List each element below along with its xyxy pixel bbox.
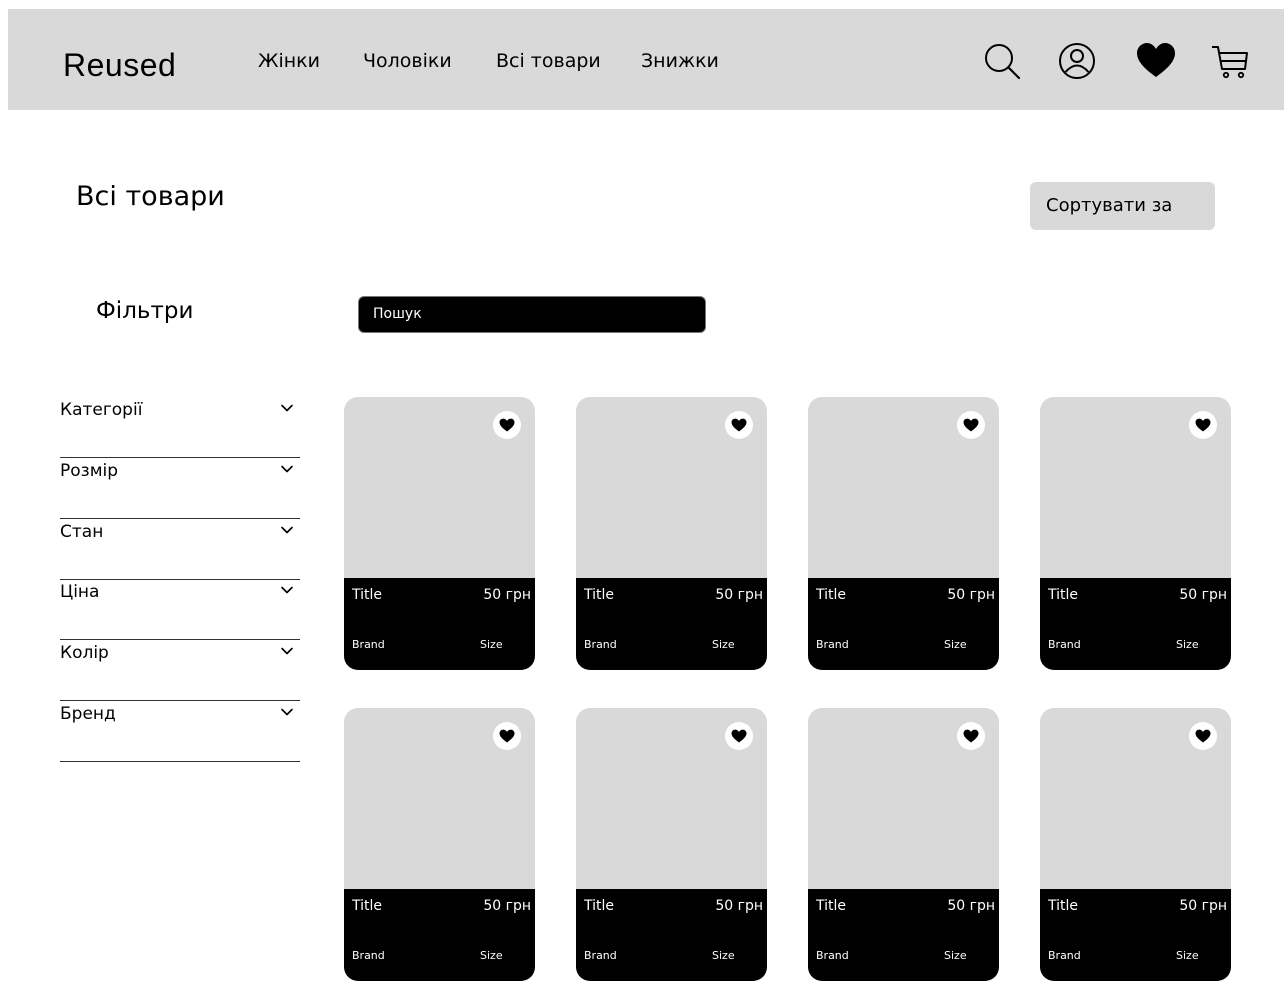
product-size: Size <box>480 949 503 962</box>
product-info: Title 50 грн Brand Size <box>576 578 767 670</box>
product-price: 50 грн <box>1179 587 1227 603</box>
favorite-heart-icon[interactable] <box>725 722 753 750</box>
chevron-down-icon[interactable] <box>280 462 294 476</box>
product-brand: Brand <box>584 949 617 962</box>
product-brand: Brand <box>1048 638 1081 651</box>
product-price: 50 грн <box>715 898 763 914</box>
product-title: Title <box>352 898 383 914</box>
product-brand: Brand <box>352 638 385 651</box>
filter-condition[interactable]: Стан <box>60 520 300 580</box>
user-icon[interactable] <box>1055 39 1099 83</box>
product-size: Size <box>712 949 735 962</box>
chevron-down-icon[interactable] <box>280 523 294 537</box>
search-icon[interactable] <box>980 39 1024 83</box>
product-title: Title <box>1048 587 1079 603</box>
filter-label: Ціна <box>60 582 100 603</box>
filter-brand[interactable]: Бренд <box>60 702 300 762</box>
search-input[interactable]: Пошук <box>358 296 706 333</box>
product-price: 50 грн <box>483 898 531 914</box>
product-brand: Brand <box>584 638 617 651</box>
filter-size[interactable]: Розмір <box>60 459 300 519</box>
product-info: Title 50 грн Brand Size <box>344 578 535 670</box>
product-brand: Brand <box>352 949 385 962</box>
product-brand: Brand <box>1048 949 1081 962</box>
product-title: Title <box>584 587 615 603</box>
filter-price[interactable]: Ціна <box>60 580 300 641</box>
product-info: Title 50 грн Brand Size <box>344 889 535 981</box>
product-card[interactable]: Title 50 грн Brand Size <box>344 708 535 981</box>
filter-category[interactable]: Категорії <box>60 398 300 458</box>
favorite-heart-icon[interactable] <box>1189 411 1217 439</box>
favorite-heart-icon[interactable] <box>957 722 985 750</box>
chevron-down-icon[interactable] <box>280 401 294 415</box>
product-brand: Brand <box>816 638 849 651</box>
favorite-heart-icon[interactable] <box>725 411 753 439</box>
product-card[interactable]: Title 50 грн Brand Size <box>344 397 535 670</box>
search-placeholder: Пошук <box>373 306 422 322</box>
product-price: 50 грн <box>947 898 995 914</box>
filter-color[interactable]: Колір <box>60 641 300 702</box>
product-card[interactable]: Title 50 грн Brand Size <box>1040 708 1231 981</box>
product-info: Title 50 грн Brand Size <box>1040 889 1231 981</box>
nav-women[interactable]: Жінки <box>258 49 320 73</box>
product-price: 50 грн <box>947 587 995 603</box>
product-size: Size <box>1176 949 1199 962</box>
product-size: Size <box>944 949 967 962</box>
product-card[interactable]: Title 50 грн Brand Size <box>576 708 767 981</box>
product-price: 50 грн <box>715 587 763 603</box>
cart-icon[interactable] <box>1207 39 1251 83</box>
page-title: Всі товари <box>76 181 225 212</box>
product-size: Size <box>480 638 503 651</box>
nav-all-products[interactable]: Всі товари <box>496 49 601 73</box>
chevron-down-icon[interactable] <box>280 583 294 597</box>
product-info: Title 50 грн Brand Size <box>1040 578 1231 670</box>
nav-men[interactable]: Чоловіки <box>363 49 452 73</box>
sort-button[interactable]: Сортувати за <box>1030 182 1215 230</box>
product-card[interactable]: Title 50 грн Brand Size <box>808 397 999 670</box>
heart-icon[interactable] <box>1134 39 1178 83</box>
product-size: Size <box>944 638 967 651</box>
top-navbar: Reused Жінки Чоловіки Всі товари Знижки <box>8 9 1284 110</box>
product-title: Title <box>352 587 383 603</box>
product-size: Size <box>1176 638 1199 651</box>
product-card[interactable]: Title 50 грн Brand Size <box>1040 397 1231 670</box>
filter-label: Категорії <box>60 400 143 420</box>
product-size: Size <box>712 638 735 651</box>
filter-label: Колір <box>60 643 109 664</box>
filters-title: Фільтри <box>96 298 194 324</box>
product-card[interactable]: Title 50 грн Brand Size <box>576 397 767 670</box>
chevron-down-icon[interactable] <box>280 705 294 719</box>
product-card[interactable]: Title 50 грн Brand Size <box>808 708 999 981</box>
favorite-heart-icon[interactable] <box>1189 722 1217 750</box>
product-info: Title 50 грн Brand Size <box>808 578 999 670</box>
chevron-down-icon[interactable] <box>280 644 294 658</box>
product-info: Title 50 грн Brand Size <box>808 889 999 981</box>
product-price: 50 грн <box>1179 898 1227 914</box>
filter-label: Бренд <box>60 704 116 724</box>
product-title: Title <box>1048 898 1079 914</box>
logo[interactable]: Reused <box>63 45 176 85</box>
product-title: Title <box>816 898 847 914</box>
product-title: Title <box>816 587 847 603</box>
nav-discounts[interactable]: Знижки <box>641 49 719 73</box>
favorite-heart-icon[interactable] <box>493 722 521 750</box>
filter-label: Розмір <box>60 460 119 481</box>
favorite-heart-icon[interactable] <box>493 411 521 439</box>
favorite-heart-icon[interactable] <box>957 411 985 439</box>
product-title: Title <box>584 898 615 914</box>
product-brand: Brand <box>816 949 849 962</box>
filter-label: Стан <box>60 521 104 542</box>
product-info: Title 50 грн Brand Size <box>576 889 767 981</box>
product-price: 50 грн <box>483 587 531 603</box>
